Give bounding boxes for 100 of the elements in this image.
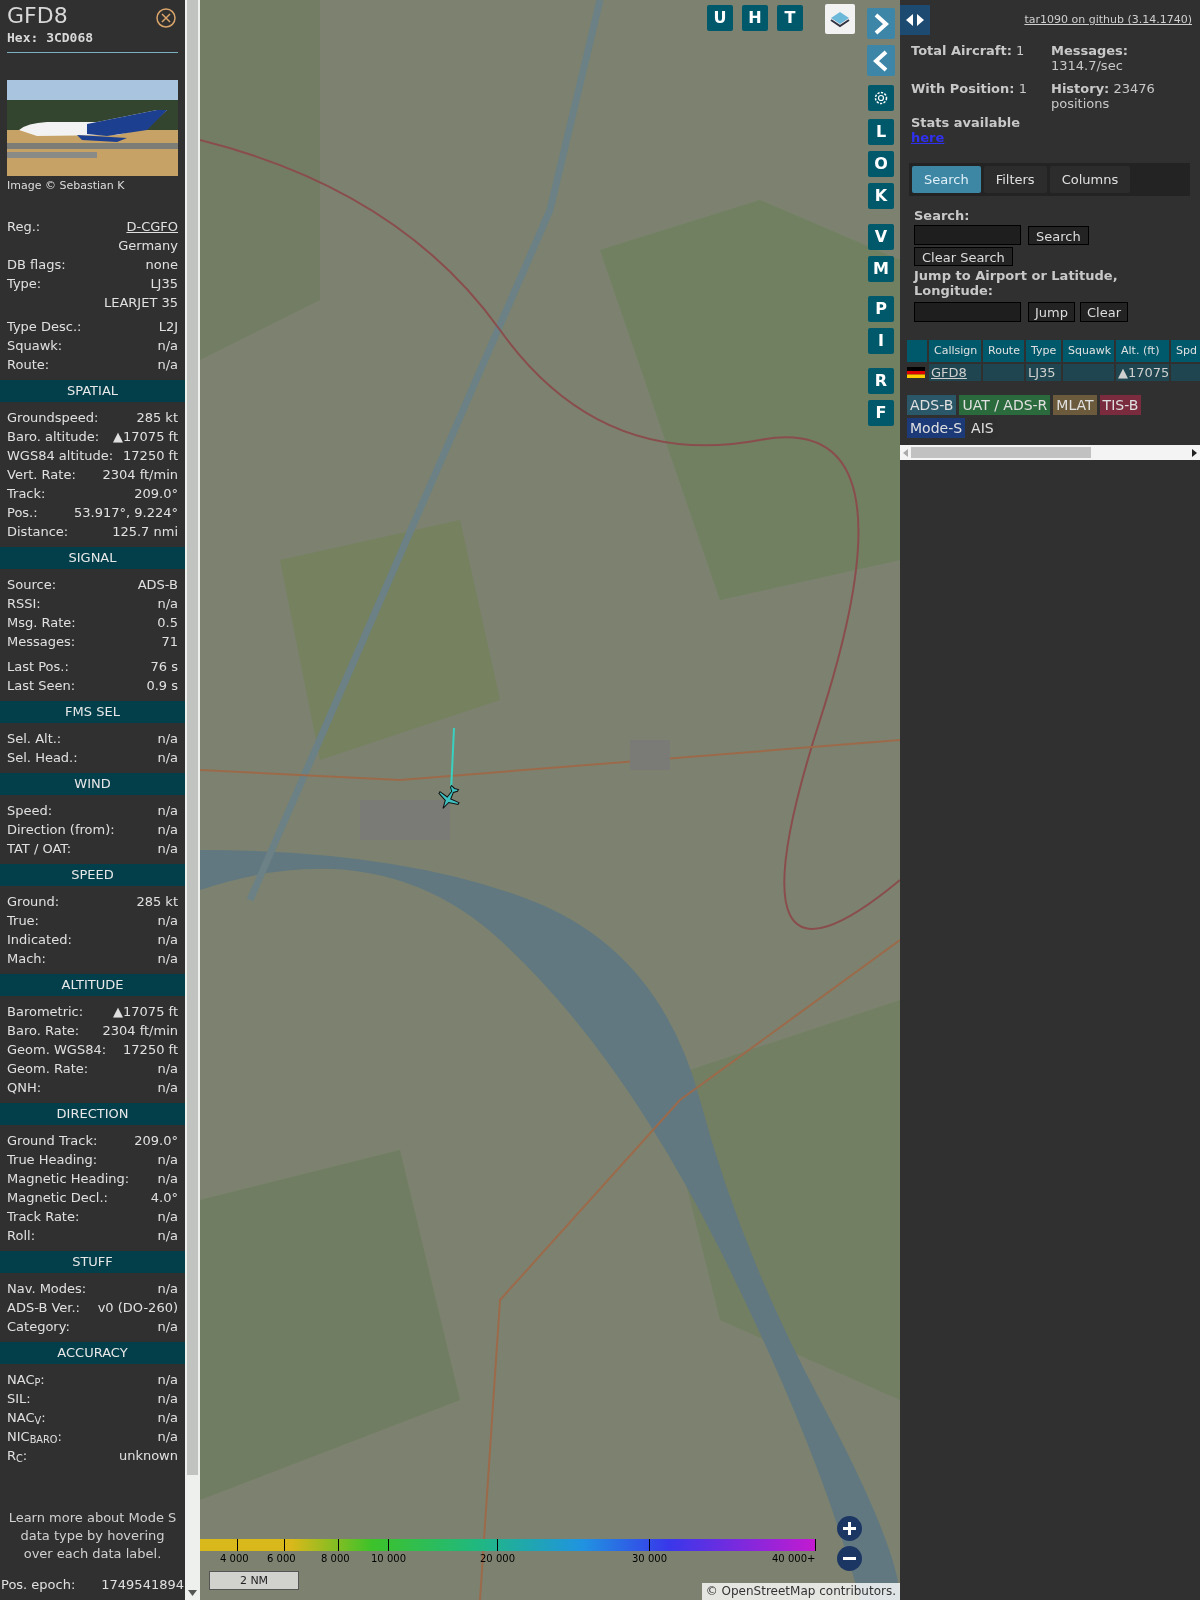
map-button[interactable]: P xyxy=(868,296,894,322)
field-label: TAT / OAT: xyxy=(7,839,72,858)
field-value: ADS-B xyxy=(137,575,178,594)
map-button[interactable]: T xyxy=(777,5,803,31)
field-value: n/a xyxy=(157,1207,178,1226)
field-value: n/a xyxy=(157,748,178,767)
callsign-link[interactable]: GFD8 xyxy=(931,365,967,380)
stat-text: Total Aircraft: 1 xyxy=(911,43,1026,60)
field-label: Type: xyxy=(7,274,42,293)
field-label: NIC$_{BARO}$: xyxy=(7,1427,62,1447)
field-label: True: xyxy=(7,911,39,930)
search-field[interactable] xyxy=(914,225,1021,245)
hex-code: Hex: 3CD068 xyxy=(7,30,94,46)
field-value: 17250 ft xyxy=(123,446,178,465)
section-heading: STUFF xyxy=(0,1251,185,1273)
stat-text: With Position: 1 xyxy=(911,81,1028,98)
field-value: ▲17075 ft xyxy=(113,427,178,446)
layers-button[interactable] xyxy=(825,4,855,34)
field-label: Distance: xyxy=(7,522,69,541)
jump-button[interactable]: Jump xyxy=(1028,302,1075,322)
scrollbar[interactable] xyxy=(185,0,200,1600)
airplane-icon[interactable] xyxy=(436,785,462,811)
source-badge: TIS-B xyxy=(1099,395,1142,415)
map-button[interactable]: O xyxy=(868,151,894,177)
table-header-cell xyxy=(907,340,927,362)
table-cell xyxy=(983,364,1024,381)
map-button[interactable]: R xyxy=(868,368,894,394)
field-label: Jump to Airport or Latitude, Longitude: xyxy=(914,268,1119,298)
section-heading: DIRECTION xyxy=(0,1103,185,1125)
field-value: n/a xyxy=(157,594,178,613)
altitude-label: 30 000 xyxy=(632,1553,667,1565)
field-label: Geom. WGS84: xyxy=(7,1040,107,1059)
section-heading: FMS SEL xyxy=(0,701,185,723)
scrollbar-thumb[interactable] xyxy=(911,447,1091,458)
field-label: WGS84 altitude: xyxy=(7,446,114,465)
map-button[interactable]: U xyxy=(707,5,733,31)
altitude-label: 4 000 xyxy=(220,1553,249,1565)
field-value: 1749541894 xyxy=(101,1576,184,1594)
altitude-label: 40 000+ xyxy=(772,1553,816,1565)
horizontal-scrollbar[interactable] xyxy=(900,445,1200,460)
field-value: 17250 ft xyxy=(123,1040,178,1059)
field-value: n/a xyxy=(157,1078,178,1097)
search-button[interactable]: Search xyxy=(1028,225,1089,245)
map-button[interactable]: F xyxy=(868,400,894,426)
field-label: Ground: xyxy=(7,892,60,911)
field-value: ▲17075 ft xyxy=(113,1002,178,1021)
tab[interactable]: Columns xyxy=(1049,166,1131,193)
field-label: Pos.: xyxy=(7,503,38,522)
field-value: n/a xyxy=(157,930,178,949)
previous-button[interactable] xyxy=(867,45,895,76)
clear-button[interactable]: Clear xyxy=(1080,302,1128,322)
tab[interactable]: Filters xyxy=(983,166,1047,193)
registration-link[interactable]: D-CGFO xyxy=(126,216,178,237)
settings-button[interactable] xyxy=(868,85,894,111)
field-label: Ground Track: xyxy=(7,1131,98,1150)
field-value: 76 s xyxy=(150,657,178,676)
field-value: n/a xyxy=(157,1226,178,1245)
field-label: Baro. Rate: xyxy=(7,1021,80,1040)
altitude-label: 10 000 xyxy=(371,1553,406,1565)
source-badge: Mode-S xyxy=(907,418,966,438)
field-value: n/a xyxy=(157,1169,178,1188)
field-value: Germany xyxy=(118,236,178,255)
next-button[interactable] xyxy=(867,8,895,39)
close-icon[interactable] xyxy=(156,8,176,28)
field-value: 209.0° xyxy=(134,484,178,503)
location-field[interactable] xyxy=(914,302,1021,322)
table-cell: ▲17075 xyxy=(1116,364,1169,381)
github-link[interactable]: tar1090 on github (3.14.1740) xyxy=(1024,12,1192,29)
map-button[interactable]: M xyxy=(868,256,894,282)
altitude-label: 20 000 xyxy=(480,1553,515,1565)
flag-icon xyxy=(907,367,925,378)
map-button[interactable]: I xyxy=(868,328,894,354)
scrollbar-thumb[interactable] xyxy=(187,0,198,1475)
field-value: 2304 ft/min xyxy=(102,1021,178,1040)
scroll-down-arrow-icon[interactable] xyxy=(188,1590,197,1596)
field-label: NAC$_{P}$: xyxy=(7,1370,45,1390)
field-label: True Heading: xyxy=(7,1150,98,1169)
help-text: Learn more about Mode S data type by hovering over each data label. xyxy=(7,1509,178,1563)
field-value: n/a xyxy=(157,801,178,820)
field-value: n/a xyxy=(157,1370,178,1389)
map-button[interactable]: L xyxy=(868,119,894,145)
field-label: Search: xyxy=(914,208,971,223)
map-button[interactable]: H xyxy=(742,5,768,31)
map-button[interactable]: K xyxy=(868,183,894,209)
clear-search-button[interactable]: Clear Search xyxy=(914,247,1013,266)
field-label: QNH: xyxy=(7,1078,42,1097)
scroll-right-arrow-icon[interactable] xyxy=(1192,448,1197,457)
panel-toggle-button[interactable] xyxy=(900,5,930,35)
field-value: n/a xyxy=(157,336,178,355)
field-label: Roll: xyxy=(7,1226,35,1245)
tab[interactable]: Search xyxy=(912,166,981,193)
map-attribution[interactable]: © OpenStreetMap contributors. xyxy=(701,1583,900,1600)
table-header-cell: Squawk xyxy=(1063,340,1114,362)
section-heading: SPEED xyxy=(0,864,185,886)
plus-icon xyxy=(842,1521,857,1536)
source-badge: UAT / ADS-R xyxy=(959,395,1051,415)
section-heading: WIND xyxy=(0,773,185,795)
field-value: 285 kt xyxy=(136,408,178,427)
map-button[interactable]: V xyxy=(868,224,894,250)
field-value: n/a xyxy=(157,355,178,374)
